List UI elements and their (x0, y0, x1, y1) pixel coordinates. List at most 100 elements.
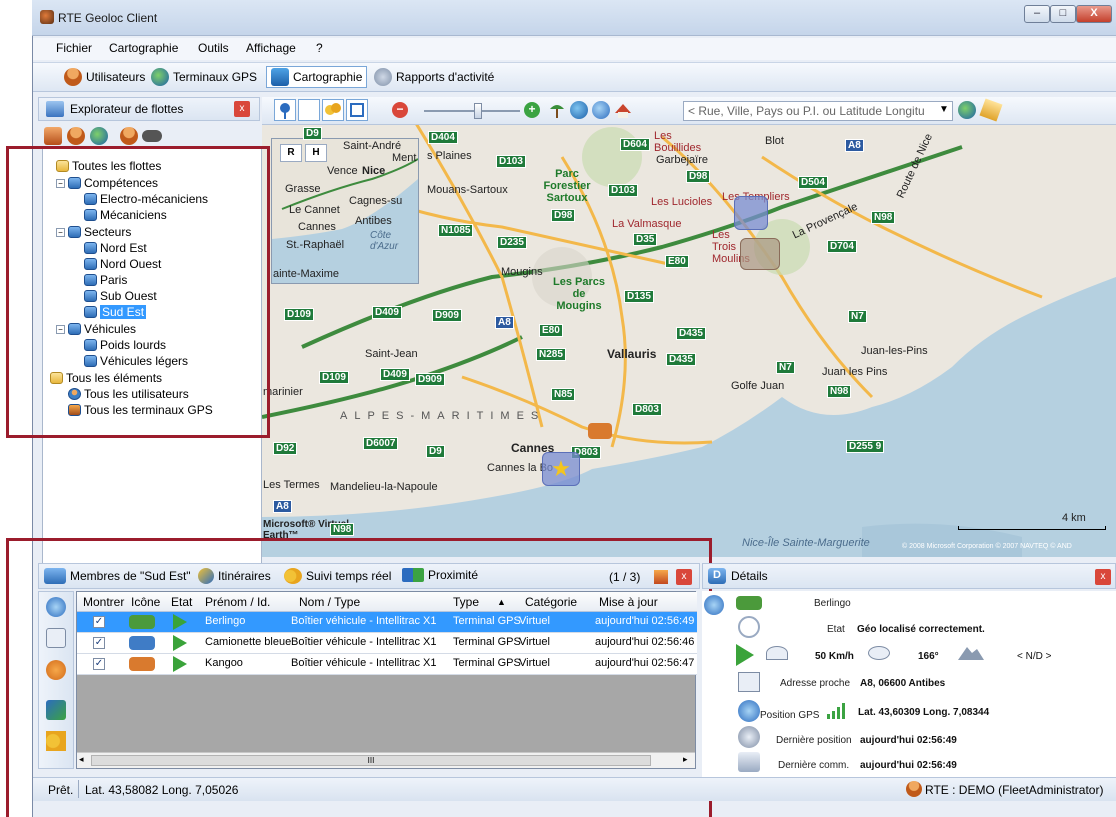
state-clock-icon (738, 616, 760, 638)
vehicle-marker-icon[interactable] (740, 238, 780, 270)
building-marker-icon[interactable] (734, 196, 768, 230)
scroll-left-icon[interactable]: ◂ (79, 754, 84, 765)
road-shield: N98 (330, 523, 355, 536)
col-etat[interactable]: Etat (171, 595, 192, 609)
road-mode-icon[interactable] (548, 101, 566, 119)
center-on-icon[interactable] (46, 660, 66, 680)
tab-itineraires-label: Itinéraires (218, 569, 271, 583)
hybrid-mode-icon[interactable] (592, 101, 610, 119)
play-status-icon (173, 614, 187, 630)
members-table: Montrer Icône Etat Prénom / Id. Nom / Ty… (76, 591, 697, 769)
explorer-icon (46, 101, 64, 117)
cell-prenom: Kangoo (205, 657, 243, 669)
map-label-parc-forestier: Parc Forestier Sartoux (543, 168, 591, 204)
details-nearest-label: Adresse proche (780, 678, 851, 689)
map-label-mougins: Mougins (501, 266, 543, 278)
table-row[interactable]: ✓ Kangoo Boîtier véhicule - Intellitrac … (77, 654, 697, 675)
explorer-toolbar (40, 125, 262, 147)
add-fleet-icon[interactable] (44, 127, 62, 145)
road-shield: E80 (539, 324, 563, 337)
zoom-slider-track[interactable] (424, 110, 520, 112)
sort-ascending-icon: ▲ (497, 597, 506, 607)
road-shield: D803 (632, 403, 662, 416)
search-go-icon[interactable] (958, 101, 976, 119)
tab-cartographie[interactable]: Cartographie (266, 66, 368, 88)
tracking-icon[interactable] (322, 99, 344, 121)
add-terminal-icon[interactable] (90, 127, 108, 145)
table-row[interactable]: ✓ Camionette bleue Boîtier véhicule - In… (77, 633, 697, 654)
map-label-mouans: Mouans-Sartoux (427, 184, 508, 196)
zoom-out-icon[interactable]: − (392, 102, 408, 118)
col-mise-a-jour[interactable]: Mise à jour (599, 595, 658, 609)
menu-affichage[interactable]: Affichage (242, 41, 300, 55)
details-close-button[interactable]: x (1095, 569, 1111, 585)
menu-fichier[interactable]: Fichier (52, 41, 96, 55)
tab-itineraires[interactable]: Itinéraires (198, 568, 271, 584)
map-label-le-cannet: Le Cannet (289, 204, 340, 216)
minimap-hybrid-button[interactable]: H (305, 144, 327, 162)
close-button[interactable]: X (1076, 5, 1112, 23)
show-checkbox[interactable]: ✓ (93, 637, 105, 649)
road-shield: N98 (871, 211, 896, 224)
refresh-icon[interactable] (46, 597, 66, 617)
export-icon[interactable] (654, 570, 668, 584)
table-row[interactable]: ✓ Berlingo Boîtier véhicule - Intellitra… (77, 612, 697, 633)
tab-suivi[interactable]: Suivi temps réel (284, 568, 391, 584)
road-shield: D704 (827, 240, 857, 253)
explorer-close-button[interactable]: x (234, 101, 250, 117)
cell-prenom: Camionette bleue (205, 636, 292, 648)
show-checkbox[interactable]: ✓ (93, 616, 105, 628)
details-speed: 50 Km/h (815, 651, 854, 662)
route-add-icon[interactable] (46, 700, 66, 720)
search-dropdown-icon[interactable]: ▼ (939, 104, 949, 115)
show-checkbox[interactable]: ✓ (93, 658, 105, 670)
map-label-antibes: Antibes (355, 215, 392, 227)
minimap-road-button[interactable]: R (280, 144, 302, 162)
col-type[interactable]: Type (453, 595, 479, 609)
zoom-select-icon[interactable] (346, 99, 368, 121)
add-user-icon[interactable] (67, 127, 85, 145)
fleet-layer-icon[interactable] (298, 99, 320, 121)
device-filter-icon[interactable] (142, 130, 162, 142)
map-label-garbejaire: Garbejaïre (656, 154, 708, 166)
menu-help[interactable]: ? (312, 41, 327, 55)
road-shield: N285 (536, 348, 566, 361)
tab-members[interactable]: Membres de "Sud Est" (44, 568, 191, 584)
zoom-in-icon[interactable]: + (524, 102, 540, 118)
zoom-slider-thumb[interactable] (474, 103, 482, 119)
menu-outils[interactable]: Outils (194, 41, 233, 55)
vehicle-green-icon (129, 615, 155, 629)
scroll-right-icon[interactable]: ▸ (683, 754, 688, 765)
col-prenom[interactable]: Prénom / Id. (205, 595, 270, 609)
users-button[interactable]: Utilisateurs (60, 66, 149, 88)
map-label-blot: Blot (765, 135, 784, 147)
tab-proximite-label: Proximité (428, 568, 479, 582)
user-filter-icon[interactable] (120, 127, 138, 145)
reports-button[interactable]: Rapports d'activité (370, 66, 498, 88)
gps-terminals-button[interactable]: Terminaux GPS (147, 66, 261, 88)
fleet-group-icon (44, 568, 66, 584)
scroll-thumb[interactable]: III (91, 755, 651, 766)
col-categorie[interactable]: Catégorie (525, 595, 577, 609)
track-add-icon[interactable] (46, 731, 66, 751)
star-marker-icon[interactable]: ★ (542, 452, 580, 486)
col-icone[interactable]: Icône (131, 595, 160, 609)
app-icon (40, 10, 54, 24)
location-search-input[interactable]: < Rue, Ville, Pays ou P.I. ou Latitude L… (683, 101, 953, 121)
members-close-button[interactable]: x (676, 569, 692, 585)
maximize-button[interactable]: □ (1050, 5, 1076, 23)
col-montrer[interactable]: Montrer (83, 595, 124, 609)
cell-categorie: Virtuel (519, 657, 550, 669)
3d-mode-icon[interactable] (614, 101, 632, 119)
vehicle-marker-kangoo-icon[interactable] (588, 423, 612, 439)
cell-type: Terminal GPS (453, 636, 521, 648)
col-nom-type[interactable]: Nom / Type (299, 595, 360, 609)
horizontal-scrollbar[interactable]: ◂ III ▸ (77, 752, 695, 768)
pin-icon[interactable] (274, 99, 296, 121)
minimize-button[interactable]: – (1024, 5, 1050, 23)
aerial-mode-icon[interactable] (570, 101, 588, 119)
menu-cartographie[interactable]: Cartographie (105, 41, 182, 55)
tab-proximite[interactable]: Proximité (402, 568, 478, 582)
settings-icon[interactable] (46, 628, 66, 648)
details-refresh-icon[interactable] (704, 595, 724, 615)
